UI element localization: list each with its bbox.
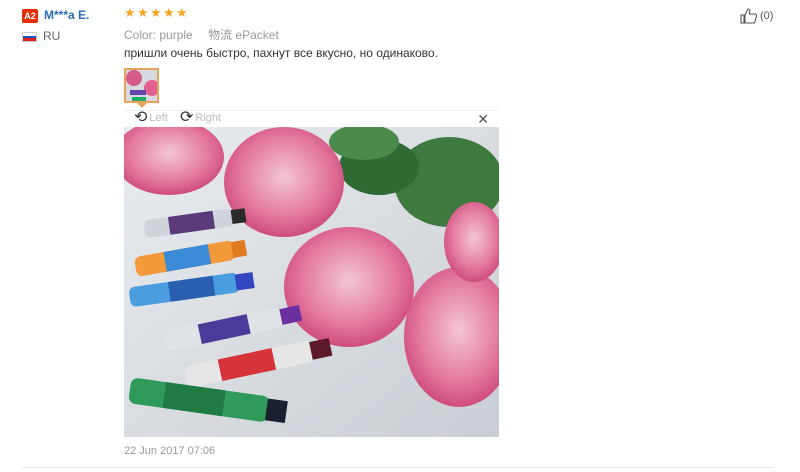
shipping-label: 物流 <box>208 28 233 42</box>
review-text: пришли очень быстро, пахнут все вкусно, … <box>124 46 438 60</box>
star-icon: ★ <box>150 5 162 20</box>
star-icon: ★ <box>124 5 136 20</box>
close-icon[interactable]: ✕ <box>477 112 489 126</box>
review-divider <box>22 467 772 468</box>
reviewer-level-badge: A2 <box>22 9 38 23</box>
review-attributes: Color: purple 物流 ePacket <box>124 26 279 43</box>
like-count: (0) <box>760 10 774 22</box>
thumbs-up-icon <box>740 8 758 24</box>
like-button[interactable]: (0) <box>740 8 773 24</box>
star-icon: ★ <box>137 5 149 20</box>
color-value: purple <box>159 28 193 42</box>
country-flag-icon <box>22 32 37 42</box>
star-icon: ★ <box>163 5 175 20</box>
reviewer-name[interactable]: M***a E. <box>44 8 89 22</box>
reviewer-country: RU <box>43 29 61 43</box>
color-label: Color: <box>124 28 157 42</box>
rating-stars: ★ ★ ★ ★ ★ <box>124 5 188 20</box>
review-date: 22 Jun 2017 07:06 <box>124 445 216 457</box>
thumbnail-pointer <box>137 103 147 108</box>
rotate-right-icon: ⟳ <box>180 109 194 126</box>
review-photo-thumbnail[interactable] <box>124 68 159 103</box>
rotate-right-button[interactable]: ⟳ Right <box>180 109 222 126</box>
image-viewer-toolbar: ⟲ Left ⟳ Right ✕ <box>124 110 499 127</box>
rotate-left-icon: ⟲ <box>134 109 148 126</box>
rotate-left-label: Left <box>149 112 168 124</box>
shipping-value: ePacket <box>235 28 279 42</box>
review-photo-large <box>124 127 499 437</box>
rotate-right-label: Right <box>195 112 222 124</box>
star-icon: ★ <box>176 5 188 20</box>
rotate-left-button[interactable]: ⟲ Left <box>134 109 168 126</box>
